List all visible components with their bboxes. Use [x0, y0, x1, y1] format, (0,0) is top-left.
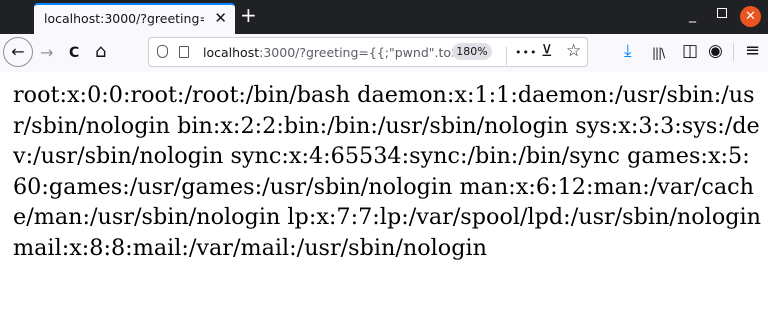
new-tab-button[interactable]: +	[240, 5, 257, 25]
back-button[interactable]: ←	[3, 37, 33, 67]
tab-strip: localhost:3000/?greeting=% ✕ + _ ✕	[0, 0, 768, 34]
navigation-toolbar: ← → C ⌂ localhost:3000/?greeting={{;"pwn…	[0, 34, 768, 73]
window-close-button[interactable]: ✕	[740, 6, 761, 27]
url-host: localhost	[203, 45, 260, 60]
url-text[interactable]: localhost:3000/?greeting={{;"pwnd".toS	[203, 45, 453, 60]
menu-icon[interactable]: ≡	[745, 41, 760, 61]
reload-button[interactable]: C	[69, 43, 79, 63]
tab-close-icon[interactable]: ✕	[214, 10, 227, 26]
shield-icon[interactable]	[157, 45, 168, 58]
maximize-button[interactable]	[717, 8, 727, 18]
page-info-icon[interactable]	[179, 46, 189, 58]
home-button[interactable]: ⌂	[95, 42, 106, 62]
tab-title: localhost:3000/?greeting=%	[44, 11, 204, 26]
downloads-icon[interactable]: ⤓	[624, 41, 632, 61]
divider	[733, 43, 734, 61]
page-actions-icon[interactable]: •••	[515, 43, 537, 63]
passwd-file-output: root:x:0:0:root:/root:/bin/bash daemon:x…	[13, 82, 762, 261]
library-icon[interactable]: |||\	[652, 43, 665, 63]
tab-active[interactable]: localhost:3000/?greeting=% ✕	[34, 3, 235, 34]
url-path: :3000/?greeting={{;"pwnd".toS	[259, 45, 453, 60]
page-content: root:x:0:0:root:/root:/bin/bash daemon:x…	[0, 72, 768, 329]
pocket-icon[interactable]: ⊻	[541, 41, 553, 61]
zoom-level-badge[interactable]: 180%	[452, 43, 492, 60]
divider	[506, 47, 507, 65]
minimize-button[interactable]: _	[689, 7, 696, 23]
forward-button[interactable]: →	[40, 43, 53, 63]
account-icon[interactable]: ◉	[708, 41, 723, 61]
address-bar[interactable]: localhost:3000/?greeting={{;"pwnd".toS 1…	[148, 37, 588, 67]
bookmark-star-icon[interactable]: ☆	[566, 41, 581, 61]
sidebar-icon[interactable]: ◫	[682, 41, 698, 61]
